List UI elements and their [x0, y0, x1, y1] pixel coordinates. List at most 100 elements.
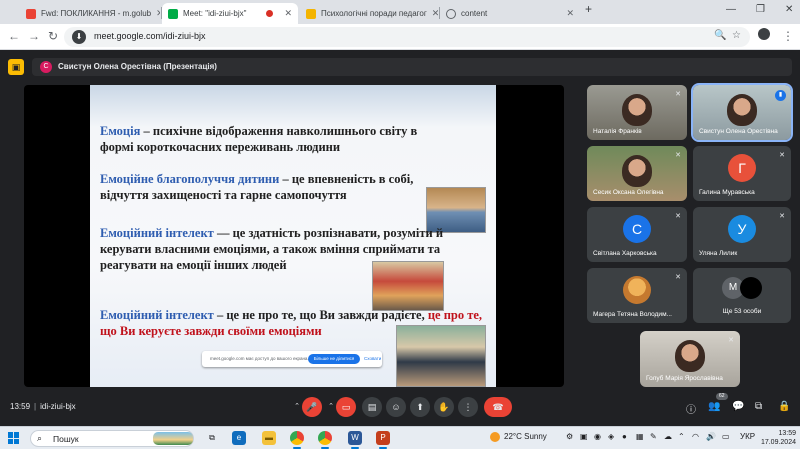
video-options-chevron-icon[interactable]: ⌃: [326, 397, 336, 417]
participant-avatar: У: [728, 215, 756, 243]
reload-button[interactable]: ↻: [48, 30, 58, 42]
volume-icon[interactable]: 🔊: [706, 432, 716, 441]
site-info-icon[interactable]: ⬇: [72, 30, 86, 44]
bookmark-star-icon[interactable]: ☆: [732, 30, 741, 41]
tray-icon[interactable]: ◉: [594, 432, 601, 441]
weather-temp: 22°C: [504, 432, 522, 442]
participant-tile[interactable]: У ✕ Уляна Лилик: [693, 207, 791, 262]
activities-icon[interactable]: ⧉: [755, 401, 762, 412]
meet-window: ▣ С Свистун Олена Орестівна (Презентація…: [0, 50, 800, 426]
hide-notice-button[interactable]: Сховати: [364, 356, 381, 361]
edge-icon[interactable]: e: [232, 431, 246, 445]
presenter-avatar: С: [40, 61, 52, 73]
participant-tile[interactable]: ✕ Сесик Оксана Олегівна: [587, 146, 687, 201]
captions-button[interactable]: ▤: [362, 397, 382, 417]
slide-paragraph-2: Емоційне благополуччя дитини – це впевне…: [100, 171, 450, 203]
meeting-time: 13:59: [10, 402, 31, 411]
tray-icon[interactable]: ▣: [580, 432, 588, 441]
tab-psychology[interactable]: Психологічні поради педагог ✕: [300, 3, 438, 24]
file-explorer-icon[interactable]: ▬: [262, 431, 276, 445]
word-icon[interactable]: W: [348, 431, 362, 445]
page-icon: [306, 8, 316, 19]
more-participants-avatars: М: [722, 276, 762, 299]
leave-call-button[interactable]: ☎: [484, 397, 512, 417]
tray-icon[interactable]: ◈: [608, 432, 614, 441]
chrome-icon[interactable]: [290, 431, 304, 445]
weather-widget[interactable]: 22°C Sunny: [490, 432, 547, 442]
language-indicator[interactable]: УКР: [740, 432, 755, 441]
menu-dots-icon[interactable]: ⋮: [782, 29, 794, 43]
close-icon[interactable]: ✕: [432, 8, 438, 19]
participant-name: Наталія Франків: [593, 128, 642, 135]
gmail-icon: [26, 8, 36, 19]
task-view-icon[interactable]: ⧉: [205, 431, 219, 445]
show-hidden-icon[interactable]: ⌃: [678, 432, 685, 441]
tab-content[interactable]: content ✕: [440, 3, 580, 24]
stop-sharing-button[interactable]: Більше не ділитися: [308, 354, 360, 364]
powerpoint-icon[interactable]: P: [376, 431, 390, 445]
mic-off-button[interactable]: 🎤: [302, 397, 322, 417]
close-icon[interactable]: ✕: [284, 8, 292, 19]
chrome-profile-icon[interactable]: [318, 431, 332, 445]
participant-avatar: [740, 276, 762, 299]
participant-name: Голуб Марія Ярославівна: [646, 375, 723, 382]
url-text[interactable]: meet.google.com/idi-ziui-bjx: [94, 31, 206, 41]
participant-tile[interactable]: ✕ Голуб Марія Ярославівна: [640, 331, 740, 387]
participant-name: Сесик Оксана Олегівна: [593, 189, 664, 196]
present-icon[interactable]: ▣: [8, 59, 24, 75]
participant-tile[interactable]: Г ✕ Галина Муравська: [693, 146, 791, 201]
participant-name: Галина Муравська: [699, 189, 755, 196]
forward-button[interactable]: →: [28, 30, 40, 42]
onedrive-icon[interactable]: ☁: [664, 432, 672, 441]
raise-hand-button[interactable]: ✋: [434, 397, 454, 417]
participant-name: Магера Тетяна Володим...: [593, 311, 672, 318]
people-icon[interactable]: 👥: [708, 401, 720, 412]
omnibox[interactable]: ⬇ meet.google.com/idi-ziui-bjx 🔍 ☆: [64, 27, 750, 47]
close-icon[interactable]: ✕: [156, 8, 160, 19]
mic-off-icon: ✕: [728, 337, 734, 344]
new-tab-button[interactable]: +: [585, 2, 592, 16]
participant-tile[interactable]: ✕ Магера Тетяна Володим...: [587, 268, 687, 323]
audio-options-chevron-icon[interactable]: ⌃: [292, 397, 302, 417]
tray-icon[interactable]: ▦: [636, 432, 644, 441]
system-clock[interactable]: 13:59 17.09.2024: [760, 429, 796, 447]
more-participants-tile[interactable]: М Ще 53 особи: [693, 268, 791, 323]
participant-avatar: Г: [728, 154, 756, 182]
tray-icon[interactable]: ●: [622, 432, 627, 441]
screen-share-notice: meet.google.com має доступ до вашого екр…: [202, 351, 382, 367]
camera-off-button[interactable]: ▭: [336, 397, 356, 417]
meet-icon: [168, 8, 178, 19]
tab-title: Fwd: ПОКЛИКАННЯ - m.golub: [41, 9, 152, 18]
presenter-name: Свистун Олена Орестівна (Презентація): [58, 62, 217, 71]
participant-tile[interactable]: ✕ Наталія Франків: [587, 85, 687, 140]
participant-tile-speaking[interactable]: ▮ Свистун Олена Орестівна: [691, 83, 793, 142]
tray-icon[interactable]: ⚙: [566, 432, 573, 441]
clock-time: 13:59: [778, 430, 796, 437]
mic-off-icon: ✕: [779, 213, 785, 220]
meeting-details-icon[interactable]: ⓘ: [686, 401, 696, 416]
restore-button[interactable]: ❐: [756, 4, 765, 15]
profile-avatar-icon[interactable]: [758, 28, 770, 40]
emoji-reactions-button[interactable]: ☺: [386, 397, 406, 417]
minimize-button[interactable]: —: [726, 4, 736, 15]
browser-tab-strip: Fwd: ПОКЛИКАННЯ - m.golub ✕ Meet: "idi-z…: [0, 0, 800, 24]
more-options-button[interactable]: ⋮: [458, 397, 478, 417]
tab-gmail[interactable]: Fwd: ПОКЛИКАННЯ - m.golub ✕: [20, 3, 160, 24]
battery-icon[interactable]: ▭: [722, 432, 730, 441]
zoom-icon[interactable]: 🔍: [714, 30, 726, 41]
chat-icon[interactable]: 💬: [732, 401, 744, 412]
participant-video: [675, 340, 705, 373]
tab-meet[interactable]: Meet: "idi-ziui-bjx" ✕: [162, 3, 298, 24]
tray-icon[interactable]: ✎: [650, 432, 657, 441]
present-screen-button[interactable]: ⬆: [410, 397, 430, 417]
host-controls-icon[interactable]: 🔒: [778, 401, 790, 412]
wifi-icon[interactable]: ◠: [692, 432, 699, 441]
slide-text: – психічне відображення навколишнього св…: [100, 124, 418, 154]
close-window-button[interactable]: ✕: [785, 4, 793, 15]
close-icon[interactable]: ✕: [566, 8, 574, 19]
taskbar-search[interactable]: ⌕ Пошук: [30, 430, 194, 447]
participant-tile[interactable]: С ✕ Світлана Харковська: [587, 207, 687, 262]
shared-slide: Емоція – психічне відображення навколишн…: [90, 85, 496, 387]
back-button[interactable]: ←: [8, 30, 20, 42]
windows-start-icon[interactable]: [8, 432, 20, 444]
